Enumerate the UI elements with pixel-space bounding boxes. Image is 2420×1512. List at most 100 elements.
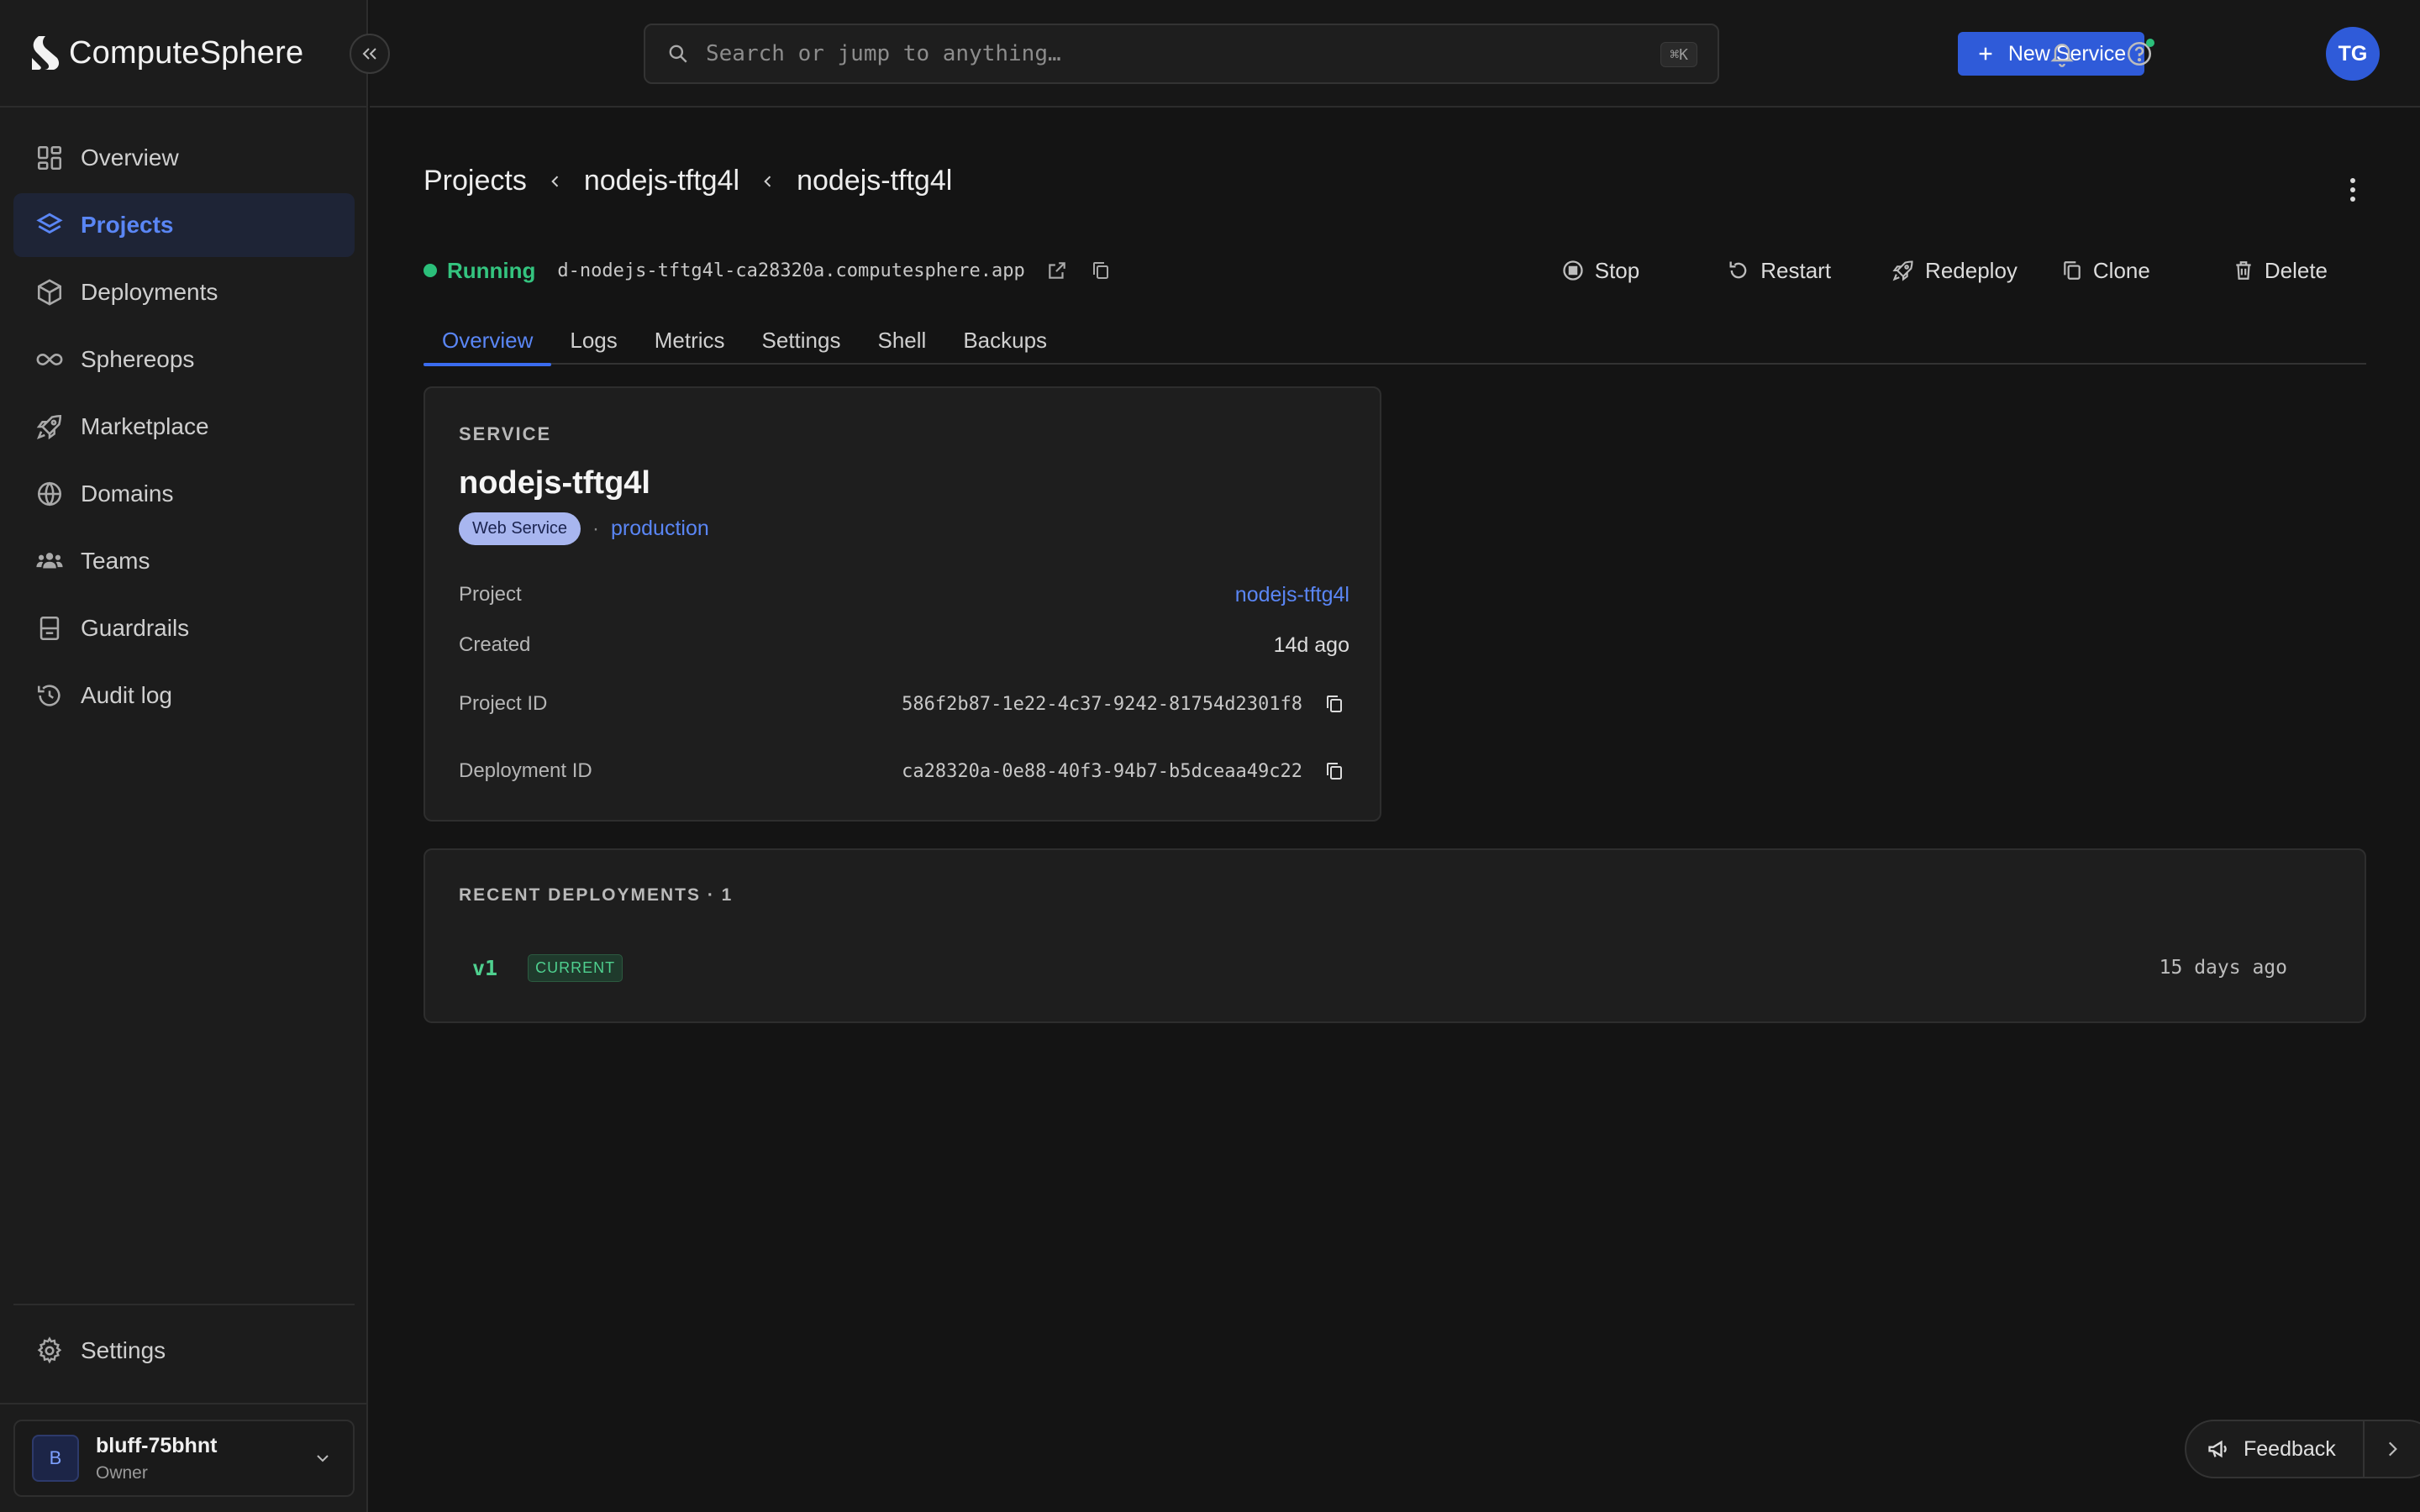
sidebar-item-audit-log[interactable]: Audit log [13,664,355,727]
breadcrumb-project[interactable]: nodejs-tftg4l [584,165,739,197]
topbar: ⌘K New Service TG [370,0,2420,108]
field-deployment-id: Deployment ID ca28320a-0e88-40f3-94b7-b5… [459,754,1349,788]
copy-url-button[interactable] [1086,255,1116,286]
clone-button[interactable]: Clone [2058,249,2154,292]
feedback-label: Feedback [2244,1436,2336,1461]
collapse-sidebar-button[interactable] [350,34,390,74]
sidebar-item-label: Teams [81,548,150,574]
sidebar-item-deployments[interactable]: Deployments [13,260,355,324]
copy-icon [1327,696,1342,712]
service-url: d-nodejs-tftg4l-ca28320a.computesphere.a… [557,260,1025,281]
user-avatar[interactable]: TG [2326,27,2380,81]
bell-icon [2050,44,2074,67]
breadcrumb: Projects nodejs-tftg4l nodejs-tftg4l [424,165,952,197]
copy-icon [2064,261,2081,280]
external-link-icon [1048,262,1065,279]
service-name: nodejs-tftg4l [459,465,650,501]
deployment-id-text: ca28320a-0e88-40f3-94b7-b5dceaa49c22 [902,760,1302,782]
field-label: Project ID [459,692,548,715]
globe-icon [37,481,62,507]
brand-name: ComputeSphere [69,34,304,71]
sidebar-divider [13,1304,355,1305]
copy-icon [1092,262,1108,279]
service-status-row: Running d-nodejs-tftg4l-ca28320a.compute… [424,249,2373,292]
chevron-left-icon [764,175,771,187]
account-role: Owner [96,1462,148,1483]
notifications-button[interactable] [2042,34,2082,74]
sidebar-item-teams[interactable]: Teams [13,529,355,593]
status-indicator [424,264,437,277]
created-value: 14d ago [1273,633,1349,657]
grid-icon [37,145,62,171]
search-bar[interactable]: ⌘K [644,24,1719,84]
tab-overview[interactable]: Overview [424,316,552,366]
feedback-divider [2363,1421,2365,1477]
open-url-button[interactable] [1042,255,1072,286]
deployment-version: v1 [472,955,498,980]
brand[interactable]: ComputeSphere [0,0,368,108]
sidebar-item-marketplace[interactable]: Marketplace [13,395,355,459]
restart-icon [1729,261,1747,279]
deployment-id-value: ca28320a-0e88-40f3-94b7-b5dceaa49c22 [902,756,1349,786]
project-id-text: 586f2b87-1e22-4c37-9242-81754d2301f8 [902,693,1302,715]
kebab-menu-icon [2350,178,2355,202]
chevrons-left-icon [362,48,376,60]
tab-backups[interactable]: Backups [944,316,1065,365]
account-name: bluff-75bhnt [96,1433,218,1457]
sidebar-item-label: Sphereops [81,346,195,372]
help-button[interactable] [2119,34,2160,74]
feedback-widget[interactable]: Feedback [2185,1420,2420,1478]
help-notification-dot [2146,39,2154,47]
chevron-down-icon [317,1455,329,1462]
sidebar-item-guardrails[interactable]: Guardrails [13,596,355,660]
current-badge: CURRENT [528,953,623,982]
sidebar-item-projects[interactable]: Projects [13,193,355,257]
sidebar-item-overview[interactable]: Overview [13,126,355,190]
search-icon [669,45,687,63]
sidebar-item-label: Domains [81,480,174,507]
recent-deployments-card: RECENT DEPLOYMENTS · 1 v1 CURRENT 15 day… [424,848,2366,1023]
service-section-label: SERVICE [459,423,552,444]
environment-link[interactable]: production [611,517,709,541]
restart-button[interactable]: Restart [1723,249,1834,292]
tab-shell[interactable]: Shell [859,316,944,365]
stop-circle-icon [1563,260,1583,281]
tab-logs[interactable]: Logs [551,316,635,365]
tab-settings[interactable]: Settings [744,316,860,365]
breadcrumb-projects[interactable]: Projects [424,165,527,197]
tag-separator: · [592,517,600,540]
account-info: bluff-75bhnt Owner [96,1434,217,1483]
more-options-button[interactable] [2336,173,2370,207]
sidebar-item-sphereops[interactable]: Sphereops [13,328,355,391]
field-project-id: Project ID 586f2b87-1e22-4c37-9242-81754… [459,687,1349,721]
stop-button[interactable]: Stop [1558,249,1644,292]
copy-project-id-button[interactable] [1319,689,1349,719]
recent-deployments-label: RECENT DEPLOYMENTS · 1 [459,885,734,905]
chevron-right-icon[interactable] [2381,1438,2403,1460]
sidebar-item-label: Audit log [81,682,172,708]
trash-icon [2236,261,2251,280]
sidebar-item-label: Overview [81,144,179,171]
breadcrumb-service: nodejs-tftg4l [797,165,953,197]
search-input[interactable] [706,41,1630,66]
guardrail-icon [39,616,60,641]
sidebar-item-domains[interactable]: Domains [13,462,355,526]
project-link[interactable]: nodejs-tftg4l [1235,583,1349,607]
sidebar-item-label: Projects [81,212,174,238]
tab-metrics[interactable]: Metrics [636,316,744,365]
copy-deployment-id-button[interactable] [1319,756,1349,786]
account-switcher[interactable]: B bluff-75bhnt Owner [13,1420,355,1497]
restart-label: Restart [1760,257,1832,283]
status-label: Running [447,257,536,283]
redeploy-button[interactable]: Redeploy [1888,249,2021,292]
sidebar-item-settings[interactable]: Settings [13,1319,355,1383]
sidebar-divider [0,1403,368,1404]
plus-icon [1979,47,1992,60]
service-type-badge: Web Service [459,512,581,545]
computesphere-logo-icon [32,36,60,70]
megaphone-icon [2208,1440,2227,1458]
project-id-value: 586f2b87-1e22-4c37-9242-81754d2301f8 [902,689,1349,719]
gear-icon [37,1336,62,1364]
deployment-row[interactable]: v1 CURRENT 15 days ago [472,944,2287,991]
delete-button[interactable]: Delete [2229,249,2331,292]
